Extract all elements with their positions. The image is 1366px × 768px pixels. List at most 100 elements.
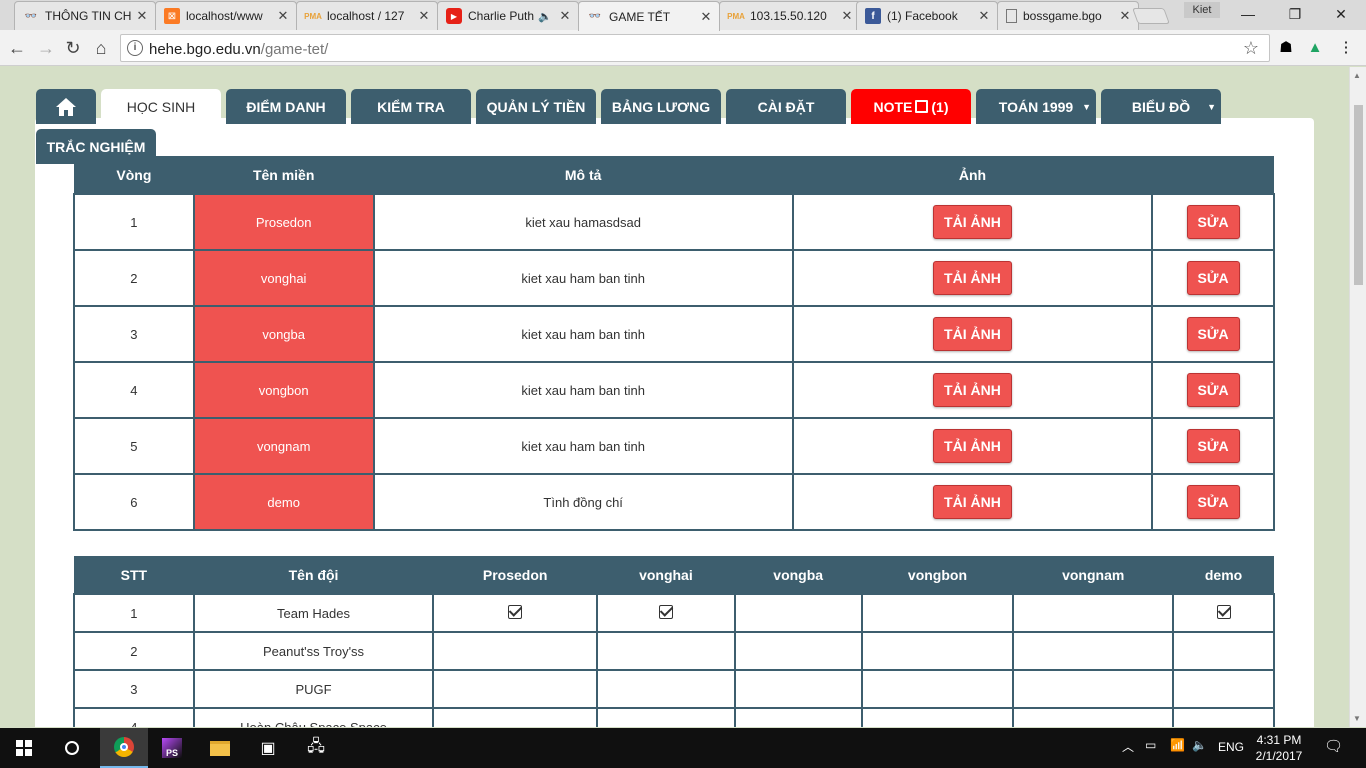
wifi-icon[interactable]: 📶 [1170, 738, 1185, 752]
round-cell[interactable] [733, 669, 863, 709]
app-taskbar-icon[interactable]: ▣ [244, 728, 292, 768]
tab-bang-luong[interactable]: BẢNG LƯƠNG [601, 89, 721, 124]
close-icon[interactable]: ✕ [1116, 8, 1134, 24]
chrome-taskbar-icon[interactable] [100, 728, 148, 768]
windows-start-icon[interactable] [0, 728, 48, 768]
bookmark-star-icon[interactable]: ☆ [1243, 38, 1259, 59]
tab-note[interactable]: NOTE (1) [851, 89, 971, 124]
tab-cai-dat[interactable]: CÀI ĐẶT [726, 89, 846, 124]
round-cell[interactable] [596, 669, 736, 709]
round-cell[interactable] [432, 593, 599, 633]
language-indicator[interactable]: ENG [1218, 740, 1244, 754]
edit-button[interactable]: SỬA [1186, 317, 1240, 351]
scroll-up-icon[interactable]: ▲ [1353, 71, 1361, 80]
upload-image-button[interactable]: TẢI ẢNH [933, 205, 1012, 239]
close-icon[interactable]: ✕ [415, 8, 433, 24]
browser-tab[interactable]: 👓 THÔNG TIN CH ✕ [14, 1, 156, 30]
chevron-up-icon[interactable]: ︿ [1122, 738, 1134, 755]
close-icon[interactable]: ✕ [133, 8, 151, 24]
edit-button[interactable]: SỬA [1186, 373, 1240, 407]
page-scrollbar[interactable]: ▲ ▼ [1349, 67, 1366, 727]
battery-icon[interactable]: ▭ [1145, 738, 1156, 752]
edit-button[interactable]: SỬA [1186, 205, 1240, 239]
url-text[interactable]: hehe.bgo.edu.vn/game-tet/ [149, 41, 328, 58]
round-cell[interactable] [596, 593, 736, 633]
scroll-down-icon[interactable]: ▼ [1353, 714, 1361, 723]
tab-bieu-do[interactable]: BIỂU ĐỒ ▼ [1101, 89, 1221, 124]
menu-icon[interactable]: ⋮ [1336, 38, 1356, 58]
round-cell[interactable] [733, 593, 863, 633]
close-icon[interactable]: ✕ [556, 8, 574, 24]
browser-tab[interactable]: ⊠ localhost/www ✕ [155, 1, 297, 30]
round-cell[interactable] [432, 707, 599, 727]
browser-tab[interactable]: PMA 103.15.50.120 ✕ [719, 1, 861, 30]
notification-icon[interactable]: 🗨 [1324, 737, 1343, 755]
round-cell[interactable] [860, 707, 1015, 727]
column-header: Mô tả [373, 156, 793, 194]
round-cell[interactable] [733, 707, 863, 727]
browser-tab[interactable]: f (1) Facebook ✕ [856, 1, 998, 30]
profile-button[interactable]: Kiet [1184, 2, 1220, 18]
round-cell[interactable] [1172, 669, 1275, 709]
address-bar[interactable]: i hehe.bgo.edu.vn/game-tet/ ☆ [120, 34, 1270, 62]
close-window-icon[interactable]: ✕ [1331, 4, 1351, 24]
edit-button[interactable]: SỬA [1186, 485, 1240, 519]
round-cell[interactable] [860, 669, 1015, 709]
home-browser-icon[interactable]: ⌂ [90, 37, 112, 59]
round-cell[interactable] [432, 669, 599, 709]
scrollbar-thumb[interactable] [1354, 105, 1363, 285]
edit-button[interactable]: SỬA [1186, 429, 1240, 463]
upload-image-button[interactable]: TẢI ẢNH [933, 261, 1012, 295]
upload-image-button[interactable]: TẢI ẢNH [933, 429, 1012, 463]
round-cell[interactable] [1172, 707, 1275, 727]
upload-image-button[interactable]: TẢI ẢNH [933, 373, 1012, 407]
back-icon[interactable]: ← [6, 37, 28, 59]
round-cell[interactable] [1172, 631, 1275, 671]
browser-tab[interactable]: PMA localhost / 127 ✕ [296, 1, 438, 30]
round-cell[interactable] [733, 631, 863, 671]
round-cell[interactable] [432, 631, 599, 671]
tab-diem-danh[interactable]: ĐIỂM DANH [226, 89, 346, 124]
info-icon[interactable]: i [127, 40, 143, 56]
round-cell[interactable] [596, 631, 736, 671]
round-cell[interactable] [1012, 631, 1175, 671]
round-cell[interactable] [860, 631, 1015, 671]
round-cell[interactable] [1172, 593, 1275, 633]
browser-tab[interactable]: bossgame.bgo ✕ [997, 1, 1139, 30]
volume-icon[interactable]: 🔈 [1192, 738, 1207, 752]
round-cell[interactable] [1012, 669, 1175, 709]
file-explorer-taskbar-icon[interactable] [196, 728, 244, 768]
browser-tab[interactable]: ▶ Charlie Puth 🔈 ✕ [437, 1, 579, 30]
upload-image-button[interactable]: TẢI ẢNH [933, 317, 1012, 351]
network-app-taskbar-icon[interactable]: 🖧 [292, 728, 340, 768]
round-cell[interactable] [596, 707, 736, 727]
extension-icon[interactable]: ☗ [1276, 38, 1296, 58]
minimize-icon[interactable]: — [1238, 4, 1258, 24]
reload-icon[interactable]: ↻ [62, 37, 84, 59]
close-icon[interactable]: ✕ [697, 9, 715, 25]
round-cell[interactable] [860, 593, 1015, 633]
tab-hoc-sinh[interactable]: HỌC SINH [101, 89, 221, 124]
phpstorm-taskbar-icon[interactable]: PS [148, 728, 196, 768]
forward-icon[interactable]: → [35, 37, 57, 59]
new-tab-button[interactable] [1132, 8, 1170, 24]
tab-quan-ly-tien[interactable]: QUẢN LÝ TIỀN [476, 89, 596, 124]
google-drive-icon[interactable]: ▲ [1305, 38, 1325, 58]
tab-kiem-tra[interactable]: KIỂM TRA [351, 89, 471, 124]
browser-tab-active[interactable]: 👓 GAME TẾT ✕ [578, 1, 720, 31]
round-cell[interactable] [1012, 593, 1175, 633]
speaker-icon[interactable]: 🔈 [538, 10, 552, 23]
close-icon[interactable]: ✕ [975, 8, 993, 24]
edit-button[interactable]: SỬA [1186, 261, 1240, 295]
tab-toan-1999[interactable]: TOÁN 1999 ▼ [976, 89, 1096, 124]
column-header: vongba [734, 556, 862, 594]
search-cortana-icon[interactable] [48, 728, 96, 768]
upload-image-button[interactable]: TẢI ẢNH [933, 485, 1012, 519]
home-tab[interactable] [36, 89, 96, 124]
home-icon [56, 97, 76, 116]
round-cell[interactable] [1012, 707, 1175, 727]
close-icon[interactable]: ✕ [838, 8, 856, 24]
maximize-icon[interactable]: ❐ [1285, 4, 1305, 24]
close-icon[interactable]: ✕ [274, 8, 292, 24]
clock[interactable]: 4:31 PM 2/1/2017 [1252, 732, 1306, 764]
